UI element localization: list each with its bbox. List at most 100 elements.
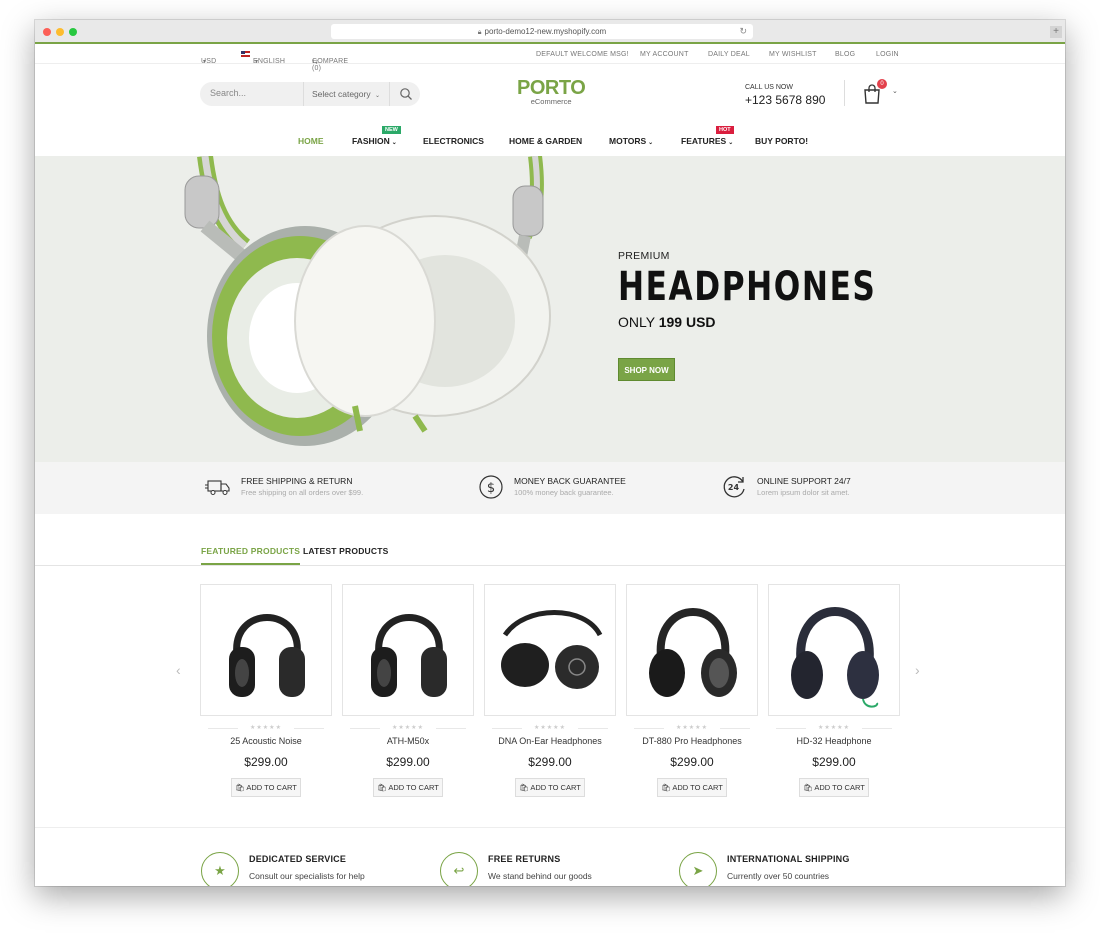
- nav-item-label: FEATURES: [681, 136, 727, 146]
- call-us-label: CALL US NOW: [745, 84, 793, 91]
- browser-chrome: 🔒︎ porto-demo12-new.myshopify.com ↻ +: [35, 20, 1065, 44]
- site-header: Search... Select category ⌄ PORTO eComme…: [35, 64, 1065, 130]
- reload-icon[interactable]: ↻: [739, 24, 747, 39]
- close-window-button[interactable]: [43, 28, 51, 36]
- blog-link[interactable]: BLOG: [835, 51, 855, 58]
- product-image[interactable]: [200, 584, 332, 716]
- search-icon[interactable]: [399, 87, 413, 101]
- site-logo[interactable]: PORTO eCommerce: [517, 77, 586, 106]
- login-link[interactable]: LOGIN: [876, 51, 899, 58]
- address-bar[interactable]: 🔒︎ porto-demo12-new.myshopify.com ↻: [331, 24, 753, 39]
- dollar-icon: $: [479, 475, 503, 499]
- product-price: $299.00: [244, 755, 288, 769]
- hero-eyebrow: PREMIUM: [618, 250, 670, 262]
- main-nav: HOME NEW FASHION ⌄ ELECTRONICS HOME & GARD…: [35, 126, 1065, 156]
- product-image[interactable]: [768, 584, 900, 716]
- product-price: $299.00: [386, 755, 430, 769]
- svg-text:24: 24: [728, 483, 740, 492]
- add-to-cart-label: ADD TO CART: [388, 783, 439, 792]
- product-name[interactable]: DNA On-Ear Headphones: [484, 736, 616, 746]
- product-carousel: ‹ › ★★★★★ 25 Acoustic Noise $299.00 🛍︎ A…: [35, 566, 1065, 828]
- tab-latest-products[interactable]: LATEST PRODUCTS: [303, 546, 388, 556]
- nav-item-motors[interactable]: MOTORS ⌄: [609, 136, 653, 146]
- nav-item-features[interactable]: HOT FEATURES ⌄: [681, 126, 734, 146]
- my-wishlist-link[interactable]: MY WISHLIST: [769, 51, 817, 58]
- chevron-right-icon[interactable]: ›: [915, 662, 920, 678]
- nav-item-label: MOTORS: [609, 136, 647, 146]
- service-title: INTERNATIONAL SHIPPING: [727, 854, 850, 864]
- search-form: Search... Select category ⌄: [200, 82, 420, 106]
- shop-now-button[interactable]: SHOP NOW: [618, 358, 675, 381]
- add-to-cart-button[interactable]: 🛍︎ ADD TO CART: [373, 778, 443, 797]
- hero-headphones-image: [184, 156, 551, 446]
- service-title: DEDICATED SERVICE: [249, 854, 347, 864]
- bag-icon: 🛍︎: [661, 783, 671, 792]
- rating-stars: ★★★★★: [626, 724, 758, 731]
- service-subtitle: Currently over 50 countries: [727, 871, 830, 881]
- nav-item-electronics[interactable]: ELECTRONICS: [423, 136, 484, 146]
- headphones-image: [229, 614, 305, 697]
- headphones-image: [371, 614, 447, 697]
- bag-icon: 🛍︎: [803, 783, 813, 792]
- hot-badge: HOT: [716, 126, 734, 134]
- chevron-left-icon[interactable]: ‹: [176, 662, 181, 678]
- new-tab-button[interactable]: +: [1050, 26, 1062, 38]
- headphones-image: [501, 610, 603, 689]
- search-input[interactable]: Search...: [210, 88, 246, 98]
- nav-item-home[interactable]: HOME: [298, 136, 324, 146]
- truck-icon: [205, 480, 230, 495]
- product-card[interactable]: ★★★★★ HD-32 Headphone $299.00 🛍︎ ADD TO …: [768, 584, 900, 797]
- product-name[interactable]: HD-32 Headphone: [768, 736, 900, 746]
- tab-featured-products[interactable]: FEATURED PRODUCTS: [201, 546, 301, 565]
- hero-price: ONLY 199 USD: [618, 314, 716, 330]
- service-title: FREE RETURNS: [488, 854, 561, 864]
- call-us: CALL US NOW +123 5678 890: [745, 84, 825, 107]
- minimize-window-button[interactable]: [56, 28, 64, 36]
- service-subtitle: We stand behind our goods: [488, 871, 592, 881]
- feature-title: ONLINE SUPPORT 24/7: [757, 476, 851, 486]
- nav-item-fashion[interactable]: NEW FASHION ⌄: [352, 126, 401, 146]
- nav-item-buy-porto[interactable]: BUY PORTO!: [755, 136, 808, 146]
- chevron-down-icon: ⌄: [391, 140, 397, 146]
- browser-window: 🔒︎ porto-demo12-new.myshopify.com ↻ + USD…: [35, 20, 1065, 886]
- svg-text:$: $: [487, 481, 495, 496]
- product-card[interactable]: ★★★★★ 25 Acoustic Noise $299.00 🛍︎ ADD T…: [200, 584, 332, 797]
- daily-deal-link[interactable]: DAILY DEAL: [708, 51, 750, 58]
- product-card[interactable]: ★★★★★ DNA On-Ear Headphones $299.00 🛍︎ A…: [484, 584, 616, 797]
- cart-button[interactable]: 0 ⌄: [863, 79, 898, 104]
- logo-text: PORTO: [517, 77, 586, 99]
- product-name[interactable]: 25 Acoustic Noise: [200, 736, 332, 746]
- chevron-down-icon[interactable]: ⌄: [892, 87, 898, 95]
- zoom-window-button[interactable]: [69, 28, 77, 36]
- add-to-cart-label: ADD TO CART: [814, 783, 865, 792]
- chevron-down-icon: ⌄: [648, 140, 654, 146]
- product-name[interactable]: DT-880 Pro Headphones: [626, 736, 758, 746]
- cart-count-badge: 0: [877, 79, 887, 89]
- product-image[interactable]: [626, 584, 758, 716]
- add-to-cart-button[interactable]: 🛍︎ ADD TO CART: [231, 778, 301, 797]
- product-name[interactable]: ATH-M50x: [342, 736, 474, 746]
- headphones-image: [791, 607, 879, 708]
- chevron-down-icon: ⌄: [374, 93, 380, 99]
- my-account-link[interactable]: MY ACCOUNT: [640, 51, 689, 58]
- lock-icon: 🔒︎: [477, 29, 482, 36]
- services-section: ★ DEDICATED SERVICE Consult our speciali…: [35, 828, 1065, 886]
- chevron-down-icon: ⌄: [728, 140, 734, 146]
- nav-item-home-garden[interactable]: HOME & GARDEN: [509, 136, 582, 146]
- add-to-cart-button[interactable]: 🛍︎ ADD TO CART: [657, 778, 727, 797]
- product-card[interactable]: ★★★★★ ATH-M50x $299.00 🛍︎ ADD TO CART: [342, 584, 474, 797]
- product-card[interactable]: ★★★★★ DT-880 Pro Headphones $299.00 🛍︎ A…: [626, 584, 758, 797]
- product-image[interactable]: [342, 584, 474, 716]
- hero-price-value: 199 USD: [658, 314, 716, 330]
- support-24-icon: 24: [723, 476, 745, 498]
- product-image[interactable]: [484, 584, 616, 716]
- add-to-cart-button[interactable]: 🛍︎ ADD TO CART: [515, 778, 585, 797]
- add-to-cart-button[interactable]: 🛍︎ ADD TO CART: [799, 778, 869, 797]
- welcome-message: DEFAULT WELCOME MSG!: [536, 51, 629, 58]
- add-to-cart-label: ADD TO CART: [530, 783, 581, 792]
- product-price: $299.00: [528, 755, 572, 769]
- language-selector[interactable]: ENGLISH ▾: [241, 51, 285, 65]
- star-icon: ★: [201, 852, 239, 886]
- category-select[interactable]: Select category ⌄: [303, 82, 390, 106]
- new-badge: NEW: [382, 126, 401, 134]
